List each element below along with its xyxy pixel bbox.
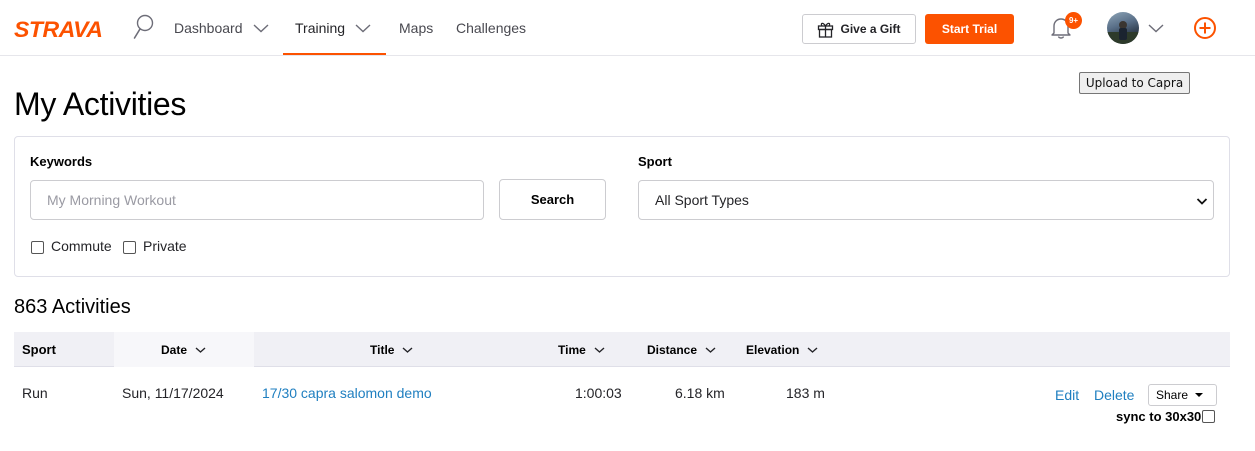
search-icon[interactable]	[133, 14, 155, 40]
strava-logo[interactable]: STRAVA	[14, 17, 103, 43]
column-header-distance[interactable]: Distance	[647, 332, 716, 367]
nav-maps[interactable]: Maps	[399, 0, 433, 56]
private-checkbox-row[interactable]: Private	[123, 238, 187, 254]
commute-checkbox-row[interactable]: Commute	[31, 238, 112, 254]
sport-label: Sport	[638, 154, 672, 169]
commute-checkbox[interactable]	[31, 241, 44, 254]
row-sport: Run	[22, 385, 48, 401]
row-title-link[interactable]: 17/30 capra salomon demo	[262, 385, 432, 401]
chevron-down-icon	[705, 346, 716, 353]
row-distance: 6.18 km	[675, 385, 725, 401]
commute-label: Commute	[51, 238, 112, 254]
sport-select-value: All Sport Types	[655, 192, 749, 208]
notification-badge: 9+	[1065, 12, 1082, 29]
keywords-label: Keywords	[30, 154, 93, 169]
column-header-date[interactable]: Date	[161, 332, 206, 367]
nav-dashboard-label: Dashboard	[174, 20, 243, 36]
column-header-title[interactable]: Title	[370, 332, 413, 367]
sync-label: sync to 30x30	[1116, 409, 1202, 424]
chevron-down-icon	[355, 24, 371, 33]
keywords-input[interactable]	[30, 180, 484, 220]
search-button[interactable]: Search	[499, 179, 606, 220]
column-header-elevation-label: Elevation	[746, 342, 800, 357]
delete-link[interactable]: Delete	[1094, 387, 1134, 403]
upload-to-capra-button[interactable]: Upload to Capra	[1079, 72, 1190, 94]
nav-challenges[interactable]: Challenges	[456, 0, 526, 56]
share-label: Share	[1156, 388, 1189, 402]
chevron-down-icon	[195, 346, 206, 353]
nav-maps-label: Maps	[399, 20, 434, 36]
private-label: Private	[143, 238, 187, 254]
sport-select[interactable]: All Sport Types	[638, 180, 1214, 220]
row-elevation: 183 m	[786, 385, 825, 401]
row-time: 1:00:03	[575, 385, 622, 401]
give-gift-button[interactable]: Give a Gift	[802, 14, 916, 44]
chevron-down-icon	[253, 24, 268, 33]
chevron-down-icon	[1196, 198, 1208, 205]
edit-link[interactable]: Edit	[1055, 387, 1079, 403]
start-trial-button[interactable]: Start Trial	[925, 14, 1014, 44]
column-header-time-label: Time	[558, 342, 586, 357]
caret-down-icon	[1195, 393, 1204, 397]
nav-active-indicator	[283, 53, 386, 55]
give-gift-label: Give a Gift	[840, 22, 901, 36]
column-header-date-label: Date	[161, 342, 188, 357]
activities-count: 863 Activities	[14, 296, 131, 318]
chevron-down-icon[interactable]	[1148, 23, 1164, 33]
top-navigation: STRAVA Dashboard Training Maps Challenge…	[0, 0, 1255, 56]
column-header-elevation[interactable]: Elevation	[746, 332, 818, 367]
avatar-figure-icon	[1107, 21, 1139, 44]
sync-checkbox[interactable]	[1202, 410, 1216, 423]
nav-training[interactable]: Training	[295, 0, 371, 56]
chevron-down-icon	[807, 346, 818, 353]
column-header-distance-label: Distance	[647, 342, 698, 357]
plus-circle-icon[interactable]	[1193, 16, 1217, 40]
column-header-sport: Sport	[22, 342, 56, 357]
page-title: My Activities	[14, 86, 187, 122]
table-header: Sport Date Title Time Distance Elevation	[14, 332, 1230, 367]
nav-training-label: Training	[295, 20, 346, 36]
sync-row: sync to 30x30	[1116, 409, 1216, 424]
gift-icon	[818, 22, 834, 38]
share-dropdown[interactable]: Share	[1148, 384, 1217, 406]
row-date: Sun, 11/17/2024	[122, 385, 224, 401]
chevron-down-icon	[402, 346, 413, 353]
column-header-time[interactable]: Time	[558, 332, 605, 367]
avatar[interactable]	[1107, 12, 1139, 44]
column-header-title-label: Title	[370, 342, 395, 357]
nav-dashboard[interactable]: Dashboard	[174, 0, 269, 56]
private-checkbox[interactable]	[123, 241, 136, 254]
chevron-down-icon	[594, 346, 605, 353]
nav-challenges-label: Challenges	[456, 20, 527, 36]
